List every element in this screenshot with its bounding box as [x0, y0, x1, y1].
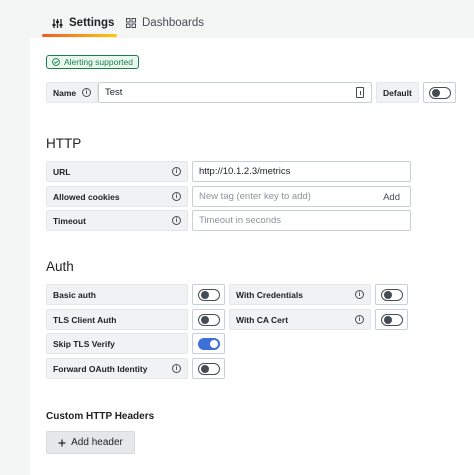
alerting-badge-label: Alerting supported — [64, 57, 133, 67]
basic-auth-label: Basic auth — [46, 284, 188, 305]
name-input-value: Test — [105, 87, 123, 98]
forward-oauth-toggle[interactable] — [192, 358, 225, 379]
alerting-badge: Alerting supported — [46, 55, 139, 69]
info-icon[interactable]: i — [355, 315, 364, 324]
info-icon[interactable]: i — [82, 88, 91, 97]
http-section-title: HTTP — [46, 136, 82, 151]
skip-tls-verify-toggle[interactable] — [192, 333, 225, 354]
info-icon[interactable]: i — [172, 192, 181, 201]
forward-oauth-switch[interactable] — [197, 362, 220, 375]
auth-section-title: Auth — [46, 259, 74, 274]
tab-settings-label: Settings — [69, 17, 115, 29]
tls-client-auth-toggle[interactable] — [192, 309, 225, 330]
tab-dashboards[interactable]: Dashboards — [126, 10, 204, 36]
forward-oauth-label-text: Forward OAuth Identity — [53, 363, 148, 374]
tab-bar: Settings Dashboards — [0, 0, 474, 38]
sliders-icon — [52, 18, 63, 28]
add-cookie-button[interactable]: Add — [383, 192, 400, 203]
check-circle-icon — [52, 58, 60, 66]
allowed-cookies-input[interactable]: New tag (enter key to add) Add — [192, 186, 411, 207]
info-icon[interactable]: i — [172, 364, 181, 373]
allowed-cookies-label: Allowed cookies i — [46, 186, 188, 207]
default-switch[interactable] — [428, 86, 451, 99]
with-credentials-toggle[interactable] — [375, 284, 408, 305]
with-ca-cert-toggle[interactable] — [375, 309, 408, 330]
forward-oauth-label: Forward OAuth Identity i — [46, 358, 188, 379]
basic-auth-toggle[interactable] — [192, 284, 225, 305]
allowed-cookies-label-text: Allowed cookies — [53, 191, 120, 202]
skip-tls-verify-label: Skip TLS Verify — [46, 333, 188, 354]
default-label-text: Default — [383, 87, 412, 98]
timeout-input[interactable]: Timeout in seconds — [192, 210, 411, 231]
skip-tls-verify-label-text: Skip TLS Verify — [53, 338, 115, 349]
allowed-cookies-placeholder: New tag (enter key to add) — [199, 191, 311, 202]
with-ca-cert-label: With CA Cert i — [229, 309, 371, 330]
info-icon[interactable]: i — [172, 167, 181, 176]
url-input[interactable]: http://10.1.2.3/metrics — [192, 161, 411, 182]
password-manager-icon[interactable] — [356, 87, 364, 98]
info-icon[interactable]: i — [355, 290, 364, 299]
name-label-text: Name — [53, 87, 77, 98]
tls-client-auth-label-text: TLS Client Auth — [53, 314, 117, 325]
tab-dashboards-label: Dashboards — [142, 17, 205, 29]
basic-auth-switch[interactable] — [197, 288, 220, 301]
default-toggle[interactable] — [423, 82, 456, 103]
name-label: Name i — [46, 82, 98, 103]
timeout-label-text: Timeout — [53, 215, 86, 226]
timeout-label: Timeout i — [46, 210, 188, 231]
url-label-text: URL — [53, 166, 71, 177]
settings-panel — [30, 38, 474, 475]
tls-client-auth-switch[interactable] — [197, 313, 220, 326]
grid-icon — [126, 18, 136, 28]
info-icon[interactable]: i — [172, 216, 181, 225]
with-credentials-label-text: With Credentials — [236, 289, 303, 300]
tab-settings[interactable]: Settings — [52, 10, 114, 36]
skip-tls-verify-switch[interactable] — [197, 337, 220, 350]
with-ca-cert-switch[interactable] — [380, 313, 403, 326]
with-credentials-switch[interactable] — [380, 288, 403, 301]
add-header-label: Add header — [71, 437, 123, 448]
tls-client-auth-label: TLS Client Auth — [46, 309, 188, 330]
basic-auth-label-text: Basic auth — [53, 289, 96, 300]
with-credentials-label: With Credentials i — [229, 284, 371, 305]
url-label: URL i — [46, 161, 188, 182]
url-input-value: http://10.1.2.3/metrics — [199, 166, 291, 177]
custom-headers-title: Custom HTTP Headers — [46, 411, 155, 422]
add-header-button[interactable]: Add header — [46, 431, 135, 454]
with-ca-cert-label-text: With CA Cert — [236, 314, 289, 325]
active-tab-indicator — [42, 34, 117, 37]
default-label: Default — [376, 82, 419, 103]
timeout-placeholder: Timeout in seconds — [199, 215, 282, 226]
plus-icon — [58, 439, 66, 446]
name-input[interactable]: Test — [98, 82, 372, 103]
